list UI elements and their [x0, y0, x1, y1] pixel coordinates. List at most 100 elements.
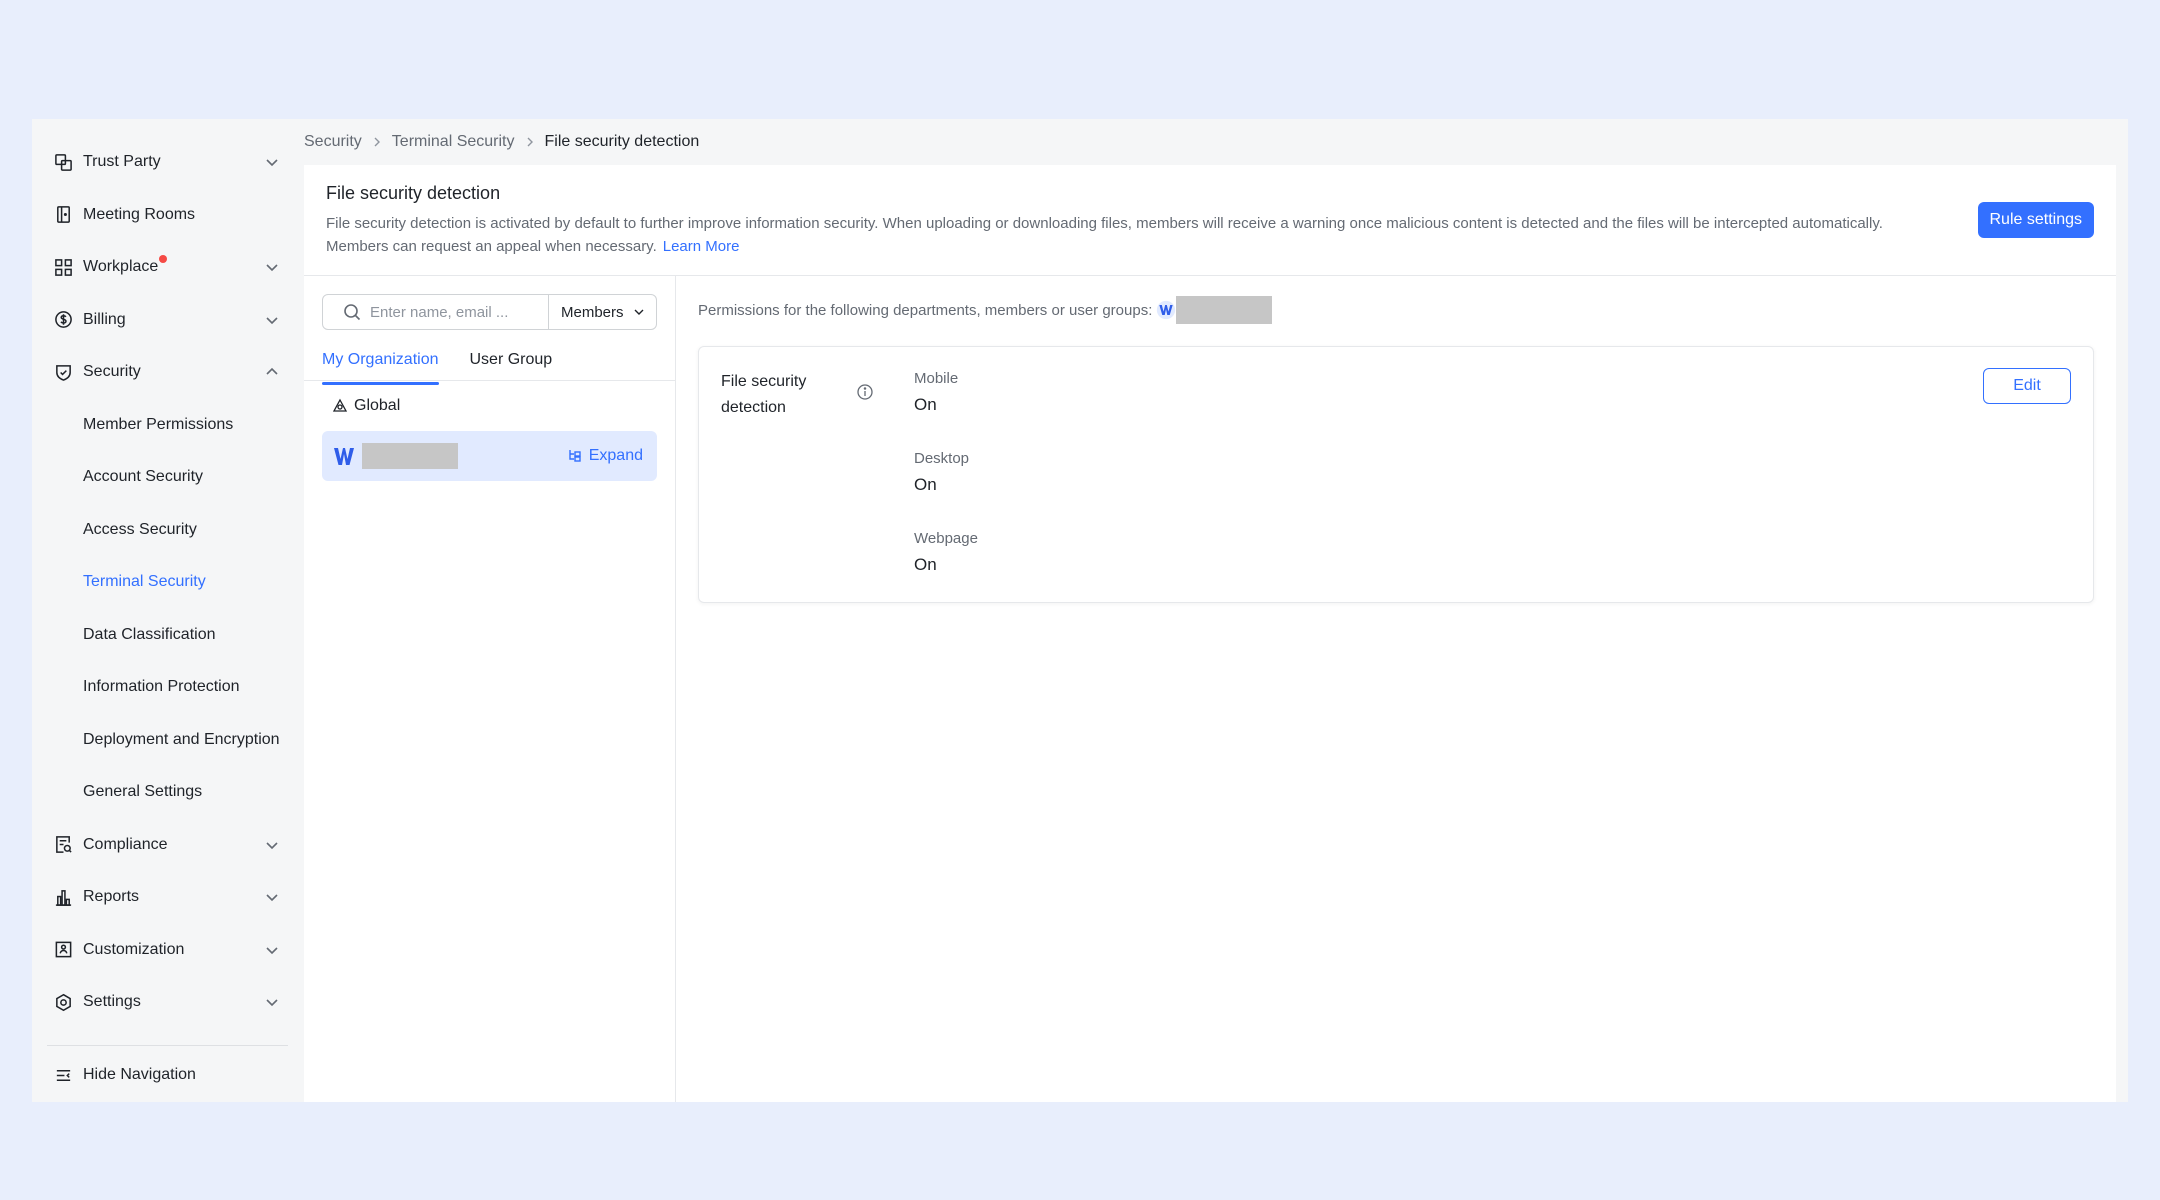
- search-row: Members: [322, 294, 657, 330]
- sidebar-item-label: Billing: [83, 310, 126, 328]
- sidebar-item-label: Meeting Rooms: [83, 205, 196, 223]
- sidebar-sub-terminal-security[interactable]: Terminal Security: [32, 556, 304, 609]
- chevron-right-icon: [523, 135, 537, 149]
- notification-badge: [159, 255, 167, 263]
- sidebar-item-reports[interactable]: Reports: [32, 871, 304, 924]
- field-value: On: [914, 555, 937, 574]
- reports-icon: [54, 888, 73, 907]
- breadcrumb-terminal-security[interactable]: Terminal Security: [392, 133, 515, 151]
- sidebar-item-label: Settings: [83, 993, 141, 1011]
- file-security-card: File security detection Mobile On Deskto…: [698, 346, 2094, 603]
- redacted-org-name: [1176, 296, 1273, 324]
- edit-button[interactable]: Edit: [1983, 368, 2071, 404]
- chevron-right-icon: [370, 135, 384, 149]
- field-name: Webpage: [914, 530, 978, 547]
- field-name: Desktop: [914, 450, 970, 467]
- chevron-down-icon: [632, 305, 646, 319]
- card-label: File security detection: [721, 369, 873, 580]
- global-label: Global: [354, 397, 401, 414]
- page-header: File security detection File security de…: [304, 165, 2116, 276]
- collapse-menu-icon: [54, 1066, 73, 1085]
- description-text: File security detection is activated by …: [326, 215, 1883, 255]
- sidebar-item-customization[interactable]: Customization: [32, 924, 304, 977]
- security-shield-icon: [54, 363, 73, 382]
- sidebar-sub-data-classification[interactable]: Data Classification: [32, 609, 304, 662]
- sidebar-sub-general-settings[interactable]: General Settings: [32, 766, 304, 819]
- org-logo-icon: [1156, 300, 1176, 320]
- trust-party-icon: [54, 153, 73, 172]
- sidebar-item-trust-party[interactable]: Trust Party: [32, 136, 304, 189]
- chevron-down-icon: [264, 312, 280, 328]
- sidebar-item-label: Security: [83, 363, 141, 381]
- sidebar-item-compliance[interactable]: Compliance: [32, 819, 304, 872]
- search-icon: [343, 303, 361, 321]
- breadcrumb-current: File security detection: [544, 133, 700, 150]
- settings-gear-icon: [54, 993, 73, 1012]
- expand-label: Expand: [588, 447, 643, 464]
- meeting-rooms-icon: [54, 205, 73, 224]
- sidebar-item-meeting-rooms[interactable]: Meeting Rooms: [32, 189, 304, 242]
- sidebar-item-label: Customization: [83, 940, 185, 958]
- learn-more-link[interactable]: Learn More: [663, 238, 740, 255]
- sidebar-sub-information-protection[interactable]: Information Protection: [32, 661, 304, 714]
- sidebar-divider: [47, 1045, 288, 1046]
- global-icon: [332, 398, 348, 414]
- permissions-line: Permissions for the following department…: [698, 296, 2094, 324]
- field-value: On: [914, 475, 937, 494]
- chevron-down-icon: [264, 837, 280, 853]
- field-name: Mobile: [914, 370, 959, 387]
- hide-navigation-button[interactable]: Hide Navigation: [54, 1048, 196, 1102]
- admin-window: Trust Party Meeting Rooms Workplace Bill…: [32, 119, 2128, 1102]
- billing-icon: [54, 310, 73, 329]
- rule-settings-button[interactable]: Rule settings: [1977, 202, 2094, 238]
- sidebar-item-label: Reports: [83, 888, 140, 906]
- redacted-org-name: [362, 443, 458, 469]
- page-description: File security detection is activated by …: [326, 212, 1946, 258]
- org-logo-icon: [332, 444, 356, 468]
- search-input[interactable]: [370, 303, 540, 321]
- expand-button[interactable]: Expand: [567, 447, 643, 465]
- field-webpage: Webpage On: [914, 529, 978, 609]
- chevron-down-icon: [264, 154, 280, 170]
- sidebar-nav: Trust Party Meeting Rooms Workplace Bill…: [32, 119, 304, 1102]
- chevron-down-icon: [264, 994, 280, 1010]
- tree-item-global[interactable]: Global: [322, 381, 657, 431]
- breadcrumb-security[interactable]: Security: [304, 133, 362, 151]
- sidebar-sub-member-permissions[interactable]: Member Permissions: [32, 399, 304, 452]
- org-tree-panel: Members My Organization User Group: [304, 276, 676, 1102]
- compliance-icon: [54, 835, 73, 854]
- sidebar-item-label: Trust Party: [83, 153, 161, 171]
- chevron-down-icon: [264, 259, 280, 275]
- chevron-down-icon: [264, 889, 280, 905]
- workplace-icon: [54, 258, 73, 277]
- sidebar-sub-account-security[interactable]: Account Security: [32, 451, 304, 504]
- field-mobile: Mobile On: [914, 369, 978, 449]
- sidebar-item-billing[interactable]: Billing: [32, 294, 304, 347]
- search-box[interactable]: [322, 294, 549, 330]
- field-value: On: [914, 395, 937, 414]
- main-area: Security Terminal Security File security…: [304, 119, 2128, 1102]
- members-filter-select[interactable]: Members: [549, 294, 657, 330]
- tab-user-group[interactable]: User Group: [470, 344, 553, 380]
- sidebar-sub-deployment-encryption[interactable]: Deployment and Encryption: [32, 714, 304, 767]
- sidebar-item-label: Workplace: [83, 258, 159, 276]
- page-title: File security detection: [326, 183, 501, 203]
- sidebar-item-label: Compliance: [83, 835, 168, 853]
- info-icon[interactable]: [856, 383, 874, 401]
- hide-navigation-label: Hide Navigation: [83, 1066, 196, 1083]
- expand-tree-icon: [567, 448, 583, 464]
- members-select-value: Members: [561, 303, 624, 321]
- chevron-up-icon: [264, 364, 280, 380]
- tree-item-organization[interactable]: Expand: [322, 431, 657, 481]
- sidebar-item-security[interactable]: Security: [32, 346, 304, 399]
- permissions-text: Permissions for the following department…: [698, 301, 1153, 319]
- tab-my-organization[interactable]: My Organization: [322, 344, 439, 385]
- platform-fields: Mobile On Desktop On Webpage On: [914, 369, 978, 580]
- sidebar-item-workplace[interactable]: Workplace: [32, 241, 304, 294]
- sidebar-sub-access-security[interactable]: Access Security: [32, 504, 304, 557]
- content-body: Members My Organization User Group: [304, 276, 2116, 1102]
- chevron-down-icon: [264, 942, 280, 958]
- org-tabs: My Organization User Group: [304, 344, 675, 385]
- sidebar-item-settings[interactable]: Settings: [32, 976, 304, 1029]
- field-desktop: Desktop On: [914, 449, 978, 529]
